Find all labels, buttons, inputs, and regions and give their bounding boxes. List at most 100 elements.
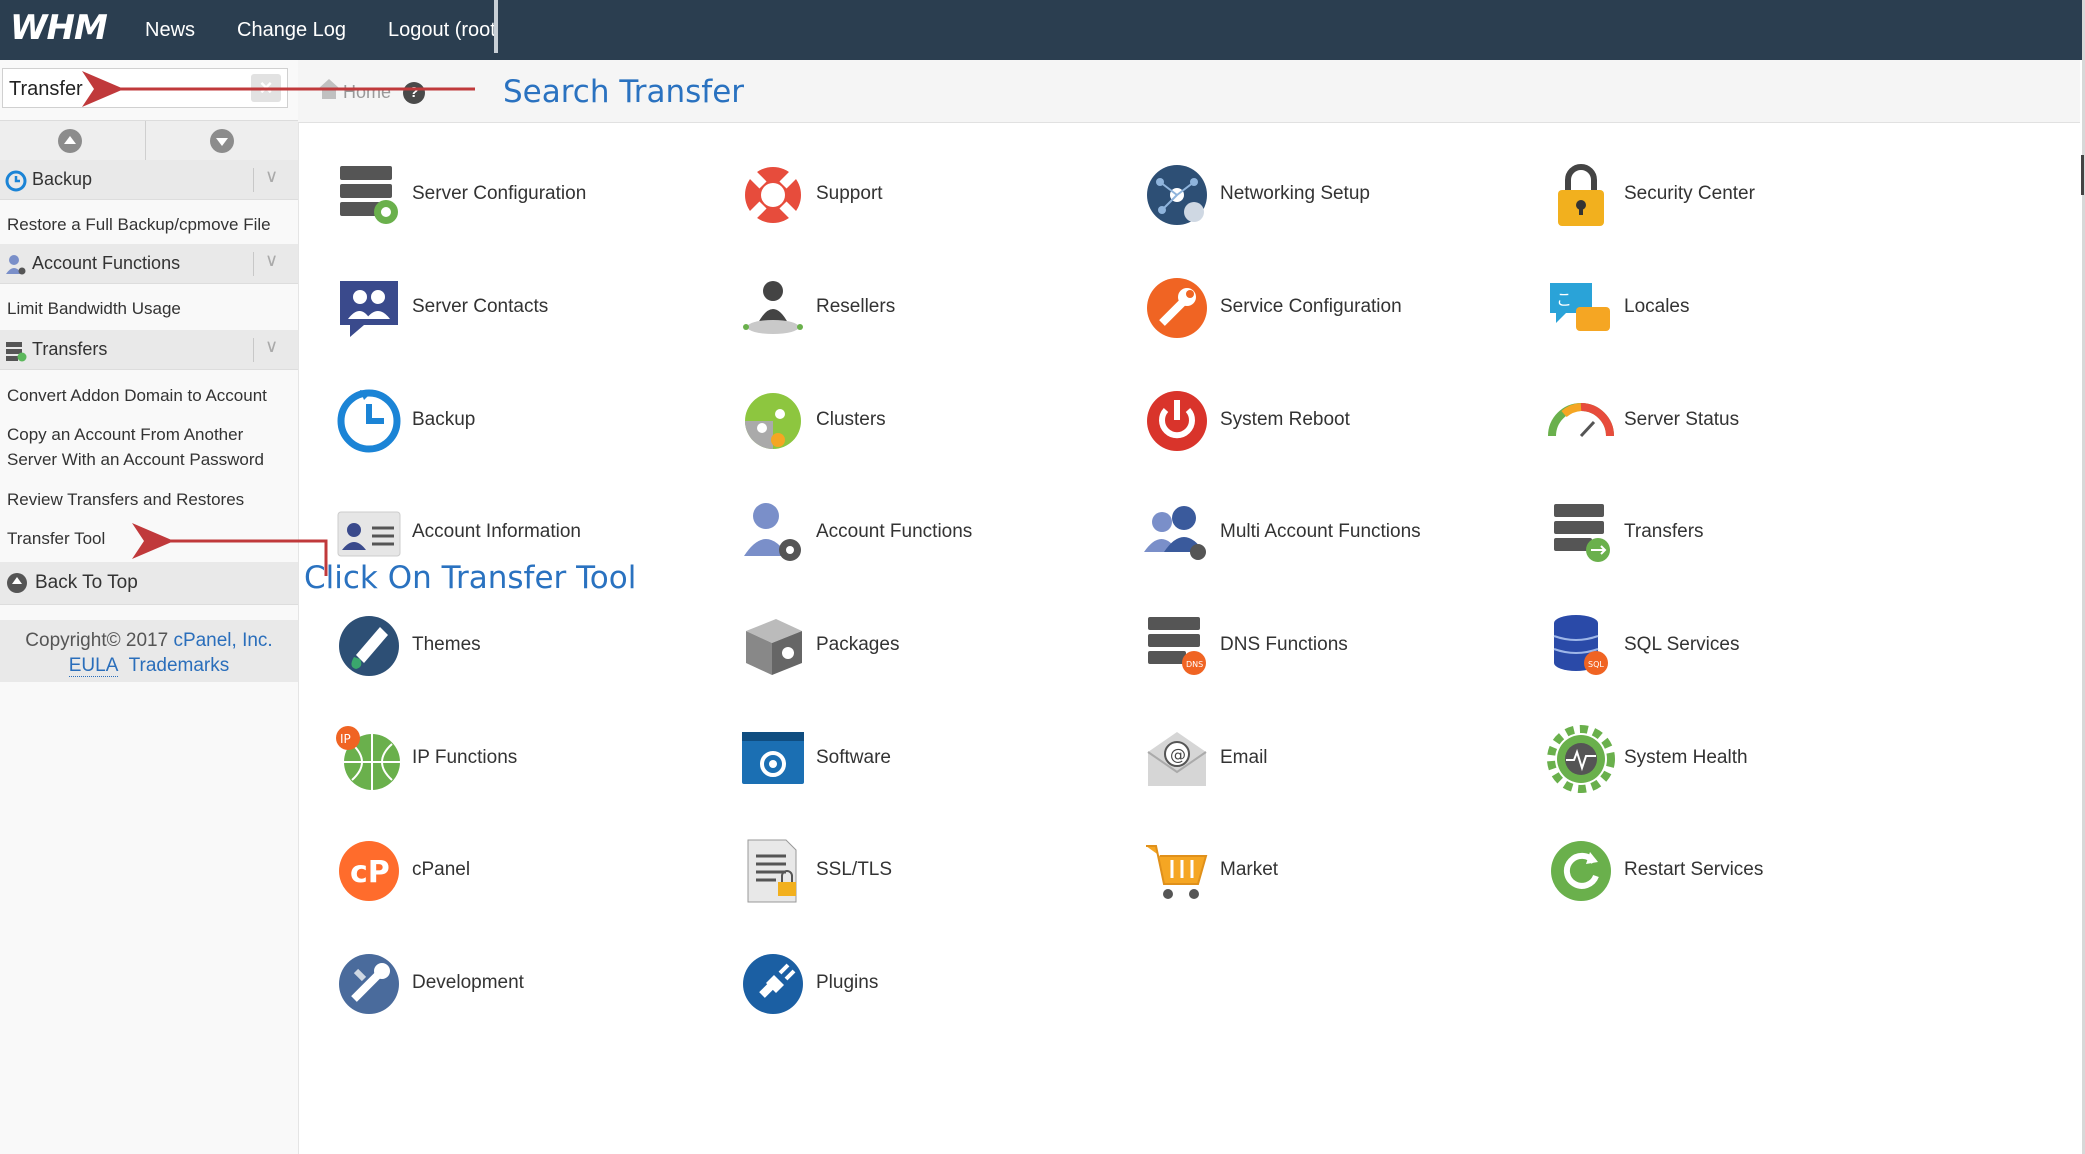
tile-server-contacts[interactable]: Server Contacts <box>334 268 734 348</box>
cpanel-company-link[interactable]: cPanel, Inc. <box>173 630 272 651</box>
tile-label: Locales <box>1624 296 1690 317</box>
tile-label: Multi Account Functions <box>1220 521 1421 542</box>
tile-market[interactable]: Market <box>1142 831 1542 911</box>
scrollbar-thumb[interactable] <box>2081 155 2084 195</box>
tile-sql-services[interactable]: SQL SQL Services <box>1546 606 1946 686</box>
chevron-down-icon[interactable]: ∨ <box>265 166 278 187</box>
footer-links: EULA Trademarks <box>0 655 298 677</box>
locales-speech-icon: こ <box>1550 283 1610 331</box>
breadcrumb-home-link[interactable]: Home <box>343 82 391 103</box>
server-transfer-icon <box>1554 504 1610 562</box>
user-gear-icon <box>6 255 26 275</box>
tile-server-status[interactable]: Server Status <box>1546 381 1946 461</box>
gauge-icon <box>1548 403 1614 438</box>
padlock-icon <box>1558 164 1604 226</box>
tile-multi-account-functions[interactable]: Multi Account Functions <box>1142 493 1542 573</box>
network-globe-icon <box>1147 165 1207 225</box>
sidebar-item-restore-backup[interactable]: Restore a Full Backup/cpmove File <box>7 212 297 237</box>
tile-support[interactable]: Support <box>738 155 1138 235</box>
nav-changelog-link[interactable]: Change Log <box>237 19 346 42</box>
help-icon[interactable]: ? <box>403 82 425 104</box>
tile-label: Plugins <box>816 972 879 993</box>
tile-label: Server Status <box>1624 409 1740 430</box>
category-divider <box>253 338 254 362</box>
sidebar-item-review-transfers[interactable]: Review Transfers and Restores <box>7 487 297 512</box>
tile-ip-functions[interactable]: IP IP Functions <box>334 719 734 799</box>
sidebar-item-copy-account[interactable]: Copy an Account From Another Server With… <box>7 422 287 472</box>
id-card-icon <box>337 511 401 557</box>
tile-server-configuration[interactable]: Server Configuration <box>334 155 734 235</box>
paint-drop-icon <box>339 616 399 676</box>
tile-account-functions[interactable]: Account Functions <box>738 493 1138 573</box>
chevron-down-icon[interactable]: ∨ <box>265 336 278 357</box>
tile-ssl-tls[interactable]: SSL/TLS <box>738 831 1138 911</box>
backup-clock-icon <box>337 389 401 453</box>
tile-resellers[interactable]: Resellers <box>738 268 1138 348</box>
nav-logout-link[interactable]: Logout (root <box>388 19 496 42</box>
tile-security-center[interactable]: Security Center <box>1546 155 1946 235</box>
transfers-server-icon <box>6 342 27 362</box>
tile-service-configuration[interactable]: Service Configuration <box>1142 268 1542 348</box>
tile-backup[interactable]: Backup <box>334 381 734 461</box>
clear-search-icon[interactable]: × <box>251 74 281 102</box>
tile-system-reboot[interactable]: System Reboot <box>1142 381 1542 461</box>
home-icon[interactable] <box>319 79 339 99</box>
chevron-down-icon[interactable]: ∨ <box>265 250 278 271</box>
whm-logo[interactable]: WHM <box>10 8 108 48</box>
server-gear-icon <box>340 166 398 224</box>
clusters-icon <box>745 393 801 449</box>
sidebar-item-transfer-tool[interactable]: Transfer Tool <box>7 526 297 551</box>
tile-cpanel[interactable]: cP cPanel <box>334 831 734 911</box>
svg-text:SQL: SQL <box>1588 660 1604 669</box>
tile-software[interactable]: Software <box>738 719 1138 799</box>
tile-locales[interactable]: こ Locales <box>1546 268 1946 348</box>
tile-account-information[interactable]: Account Information <box>334 493 734 573</box>
backup-clock-icon <box>5 170 27 192</box>
annotation-search-transfer: Search Transfer <box>503 74 745 110</box>
tile-themes[interactable]: Themes <box>334 606 734 686</box>
tile-label: IP Functions <box>412 747 518 768</box>
sidebar-item-limit-bandwidth[interactable]: Limit Bandwidth Usage <box>7 296 297 321</box>
collapse-all-icon[interactable] <box>58 129 82 153</box>
software-window-icon <box>742 732 804 784</box>
tile-system-health[interactable]: System Health <box>1546 719 1946 799</box>
nav-news-link[interactable]: News <box>145 19 195 42</box>
trademarks-link[interactable]: Trademarks <box>129 655 230 676</box>
users-gear-icon <box>1144 506 1206 560</box>
sidebar-category-transfers[interactable]: Transfers ∨ <box>0 330 298 370</box>
tile-networking-setup[interactable]: Networking Setup <box>1142 155 1542 235</box>
tile-packages[interactable]: Packages <box>738 606 1138 686</box>
tile-transfers[interactable]: Transfers <box>1546 493 1946 573</box>
power-icon <box>1147 391 1207 451</box>
tile-plugins[interactable]: Plugins <box>738 944 1138 1024</box>
sidebar-category-account-functions[interactable]: Account Functions ∨ <box>0 244 298 284</box>
collapse-row-divider <box>145 121 146 161</box>
tile-label: Server Configuration <box>412 183 587 204</box>
svg-text:こ: こ <box>1556 290 1572 309</box>
tile-label: SQL Services <box>1624 634 1740 655</box>
tile-label: SSL/TLS <box>816 859 893 880</box>
expand-all-icon[interactable] <box>210 129 234 153</box>
tile-development[interactable]: Development <box>334 944 734 1024</box>
top-navbar: WHM News Change Log Logout (root <box>0 0 2085 60</box>
sidebar-item-convert-addon[interactable]: Convert Addon Domain to Account <box>7 383 297 408</box>
eula-link[interactable]: EULA <box>68 655 119 677</box>
sidebar-category-backup[interactable]: Backup ∨ <box>0 160 298 200</box>
svg-text:DNS: DNS <box>1186 660 1203 669</box>
tile-label: Software <box>816 747 891 768</box>
tile-label: cPanel <box>412 859 471 880</box>
tile-clusters[interactable]: Clusters <box>738 381 1138 461</box>
tile-label: Development <box>412 972 524 993</box>
tile-label: Restart Services <box>1624 859 1764 880</box>
tile-restart-services[interactable]: Restart Services <box>1546 831 1946 911</box>
reseller-user-icon <box>743 281 803 334</box>
health-gear-icon <box>1547 725 1615 793</box>
tile-email[interactable]: @ Email <box>1142 719 1542 799</box>
back-to-top-label: Back To Top <box>35 572 138 593</box>
back-to-top-button[interactable]: Back To Top <box>0 562 298 605</box>
tile-dns-functions[interactable]: DNS DNS Functions <box>1142 606 1542 686</box>
search-input[interactable] <box>7 74 251 104</box>
tile-label: Resellers <box>816 296 896 317</box>
tile-label: Account Information <box>412 521 581 542</box>
plug-icon <box>743 954 803 1014</box>
